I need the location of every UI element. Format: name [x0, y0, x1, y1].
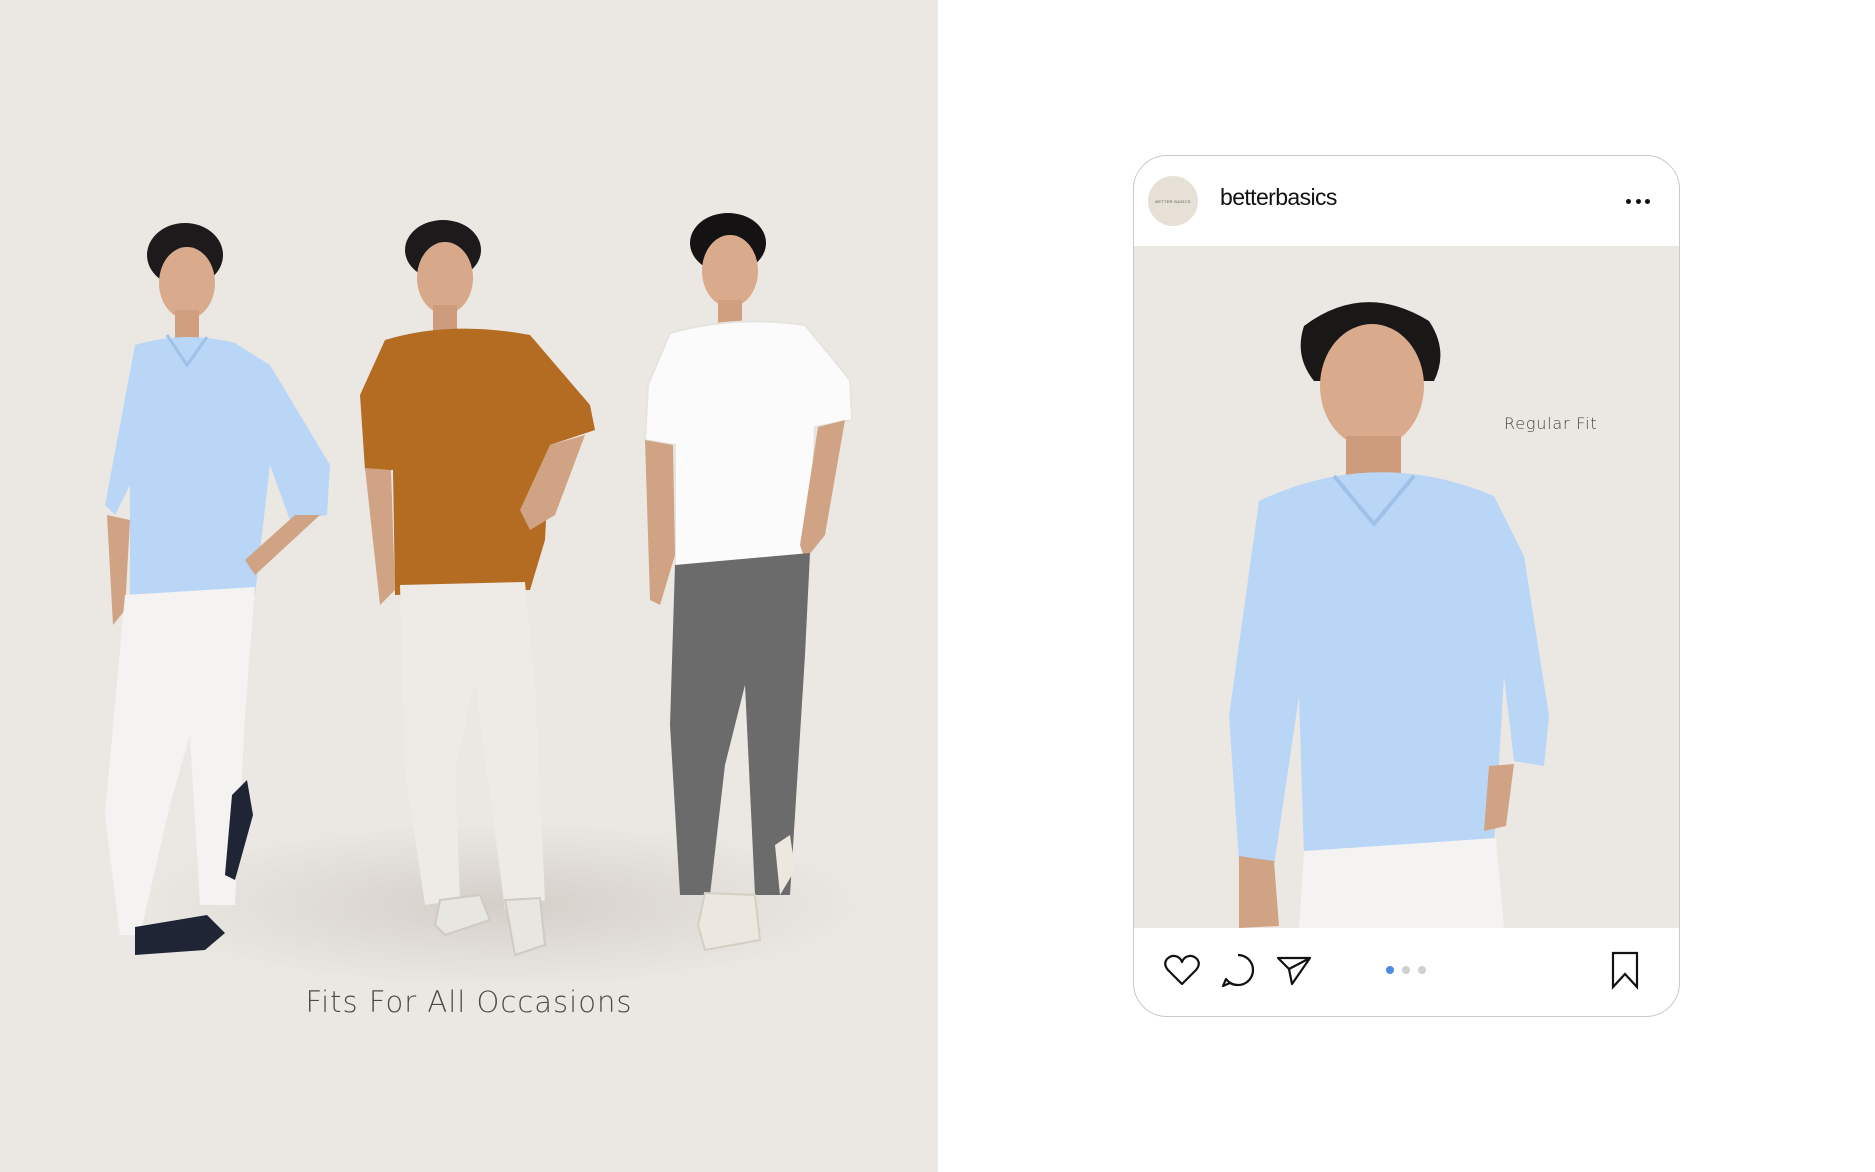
avatar[interactable]: BETTER BASICS	[1148, 176, 1198, 226]
send-icon[interactable]	[1274, 950, 1314, 990]
post-header: BETTER BASICS betterbasics	[1134, 156, 1679, 246]
social-post-card: BETTER BASICS betterbasics Regular Fit	[1133, 155, 1680, 1017]
pagination-dot[interactable]	[1402, 966, 1410, 974]
lookbook-panel: Fits For All Occasions	[0, 0, 938, 1172]
model-rust-tee	[360, 220, 595, 957]
post-action-bar	[1134, 928, 1679, 1016]
carousel-pagination[interactable]	[1386, 966, 1426, 974]
more-horizontal-icon	[1635, 198, 1641, 204]
lookbook-caption: Fits For All Occasions	[305, 985, 633, 1019]
post-username[interactable]: betterbasics	[1220, 184, 1337, 211]
model-blue-vneck	[105, 223, 330, 955]
post-image[interactable]: Regular Fit	[1134, 246, 1679, 928]
comment-icon[interactable]	[1218, 950, 1258, 990]
fit-label: Regular Fit	[1504, 414, 1598, 433]
more-horizontal-icon	[1645, 198, 1650, 204]
pagination-dot[interactable]	[1418, 966, 1426, 974]
model-white-tee	[643, 213, 854, 952]
bookmark-icon[interactable]	[1605, 950, 1645, 990]
pagination-dot-active[interactable]	[1386, 966, 1394, 974]
more-horizontal-icon	[1626, 198, 1631, 204]
model-blue-vneck-closeup	[1229, 302, 1549, 928]
more-options-button[interactable]	[1623, 186, 1653, 216]
heart-icon[interactable]	[1162, 950, 1202, 990]
avatar-logo-text: BETTER BASICS	[1155, 198, 1191, 204]
